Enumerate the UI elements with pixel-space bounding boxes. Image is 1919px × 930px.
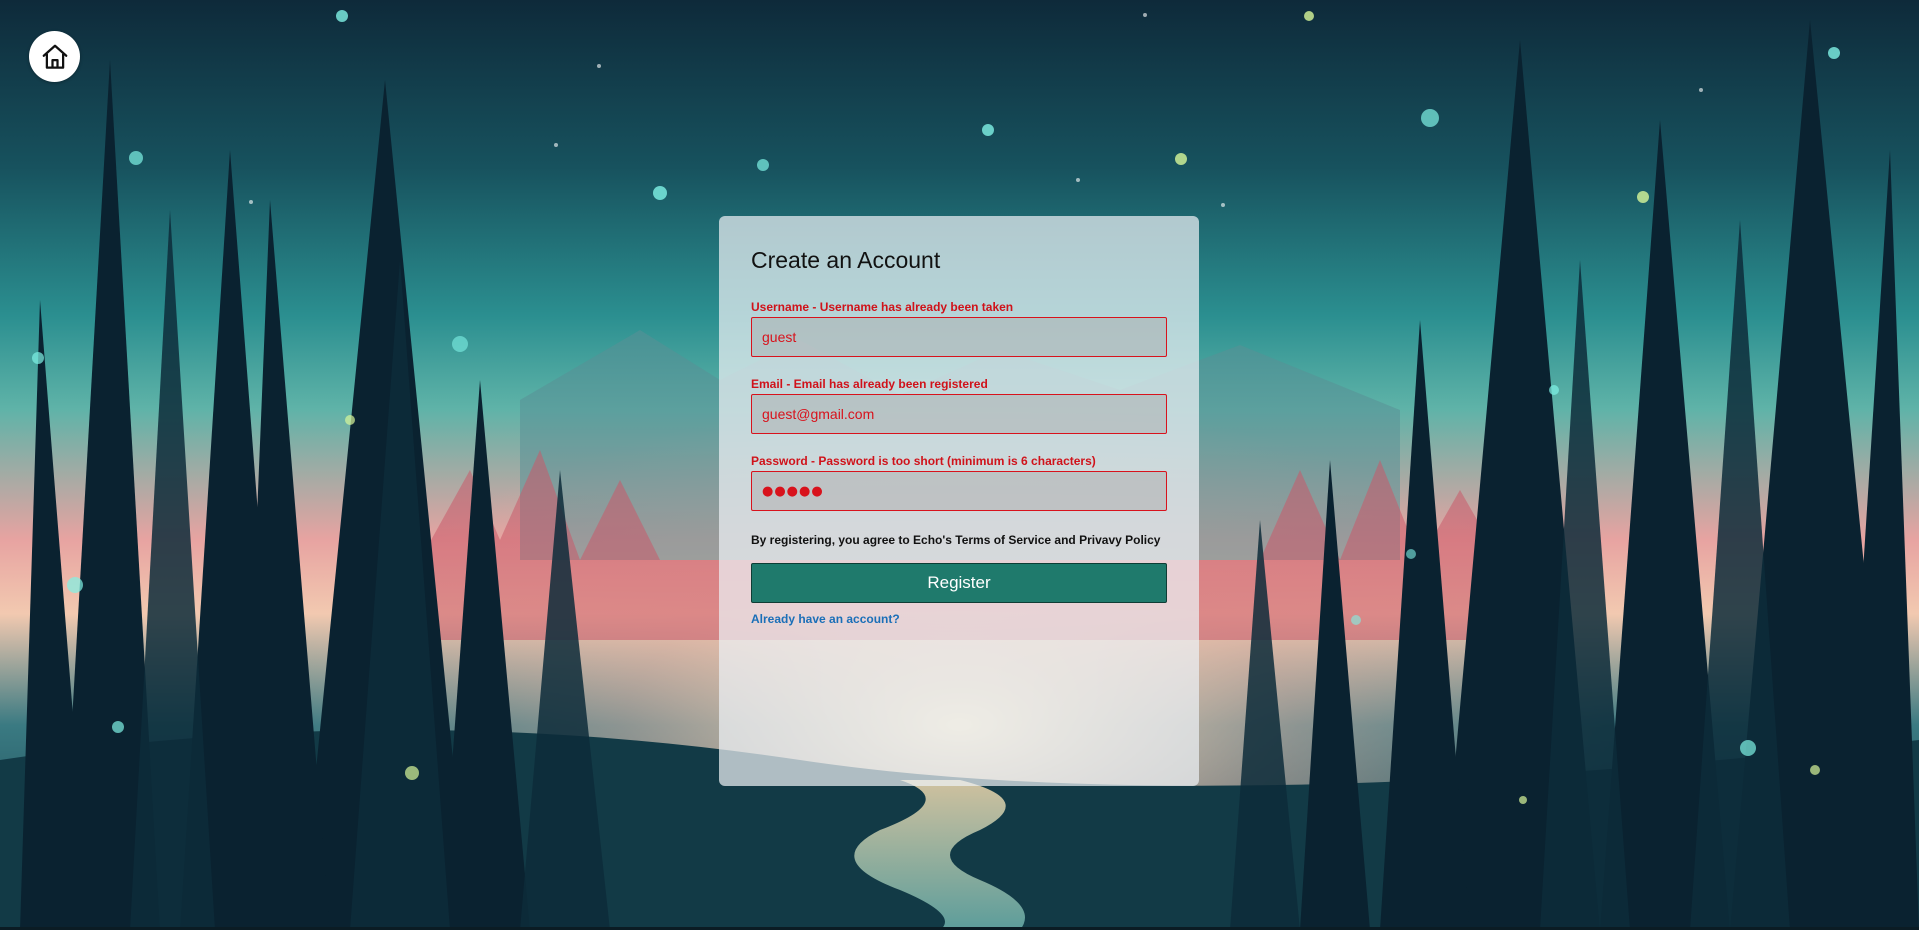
register-card: Create an Account Username - Username ha… bbox=[719, 216, 1199, 786]
terms-notice: By registering, you agree to Echo's Term… bbox=[751, 533, 1167, 547]
terms-and: and bbox=[1051, 533, 1080, 547]
terms-prefix: By registering, you agree to Echo's bbox=[751, 533, 956, 547]
username-field[interactable] bbox=[751, 317, 1167, 357]
email-error-label: Email - Email has already been registere… bbox=[751, 377, 988, 391]
home-icon bbox=[42, 44, 67, 69]
password-error-label: Password - Password is too short (minimu… bbox=[751, 454, 1096, 468]
terms-of-service-link[interactable]: Terms of Service bbox=[955, 533, 1051, 547]
password-field[interactable] bbox=[751, 471, 1167, 511]
home-button[interactable] bbox=[29, 31, 80, 82]
username-group: Username - Username has already been tak… bbox=[751, 300, 1167, 357]
privacy-policy-link[interactable]: Privavy Policy bbox=[1079, 533, 1160, 547]
register-button[interactable]: Register bbox=[751, 563, 1167, 603]
email-field[interactable] bbox=[751, 394, 1167, 434]
page-title: Create an Account bbox=[751, 247, 941, 273]
login-link[interactable]: Already have an account? bbox=[751, 612, 900, 626]
password-group: Password - Password is too short (minimu… bbox=[751, 454, 1167, 511]
username-error-label: Username - Username has already been tak… bbox=[751, 300, 1014, 314]
email-group: Email - Email has already been registere… bbox=[751, 377, 1167, 434]
